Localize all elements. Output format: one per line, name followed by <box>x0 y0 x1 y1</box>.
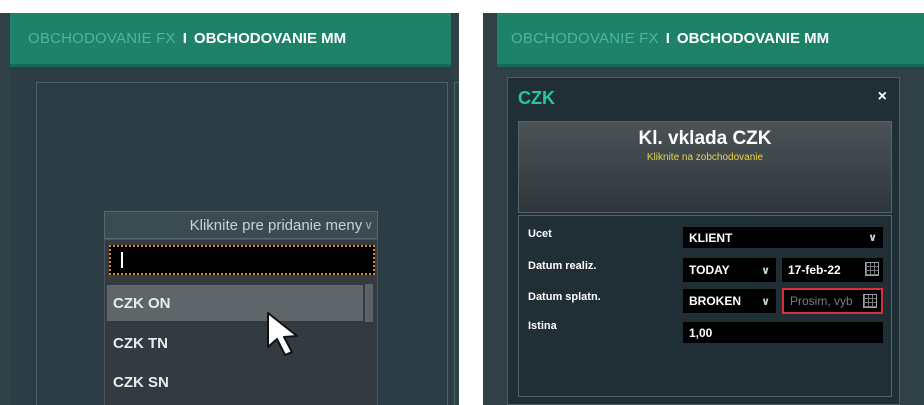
value-date-value: 17-feb-22 <box>788 263 841 277</box>
mouse-pointer-icon <box>267 312 298 356</box>
trade-button[interactable]: Kl. vklada CZK Kliknite na zobchodovanie <box>518 121 892 213</box>
list-item[interactable]: CZK TN <box>107 325 363 361</box>
tab-fx-trading[interactable]: OBCHODOVANIE FX <box>28 30 176 47</box>
value-date-tenor-select[interactable]: TODAY ∨ <box>683 258 776 282</box>
close-icon[interactable]: × <box>878 88 887 106</box>
deal-form: Ucet KLIENT ∨ Datum realiz. TODAY ∨ 17-f… <box>518 215 892 397</box>
list-item-label: CZK TN <box>113 334 168 352</box>
frame-top <box>483 0 924 13</box>
trade-button-title: Kl. vklada CZK <box>638 128 772 149</box>
value-date-field[interactable]: 17-feb-22 <box>782 258 883 282</box>
maturity-date-label: Datum splatn. <box>528 291 601 303</box>
tab-bar: OBCHODOVANIE FX I OBCHODOVANIE MM <box>10 13 451 67</box>
list-item[interactable]: CZK ON <box>107 285 363 321</box>
currency-dropdown-list: CZK ON CZK TN CZK SN <box>104 239 378 405</box>
list-scrollbar[interactable] <box>365 284 373 322</box>
add-currency-label: Kliknite pre pridanie meny <box>189 216 363 234</box>
principal-label: Istina <box>528 320 557 332</box>
deposit-dialog: CZK × Kl. vklada CZK Kliknite na zobchod… <box>507 77 900 405</box>
maturity-tenor: BROKEN <box>689 294 742 308</box>
principal-input[interactable]: 1,00 <box>683 322 883 343</box>
principal-value: 1,00 <box>689 325 713 340</box>
dialog-title: CZK <box>518 88 555 108</box>
tab-bar: OBCHODOVANIE FX I OBCHODOVANIE MM <box>497 13 924 67</box>
list-item-label: CZK SN <box>113 373 169 391</box>
currency-search-input[interactable] <box>109 245 375 275</box>
account-label: Ucet <box>528 228 552 240</box>
calendar-icon[interactable] <box>863 294 877 308</box>
account-select[interactable]: KLIENT ∨ <box>683 227 883 248</box>
chevron-down-icon: ∨ <box>761 295 770 308</box>
tab-separator: I <box>182 30 187 47</box>
calendar-icon[interactable] <box>865 262 879 276</box>
value-date-label: Datum realiz. <box>528 260 597 272</box>
frame-top <box>0 0 459 13</box>
list-item-label: CZK ON <box>113 294 171 312</box>
chevron-down-icon: ∨ <box>761 264 770 277</box>
chevron-down-icon: ∨ <box>868 232 877 244</box>
trade-button-hint: Kliknite na zobchodovanie <box>646 152 764 163</box>
tab-mm-trading[interactable]: OBCHODOVANIE MM <box>677 30 829 47</box>
list-item[interactable]: CZK SN <box>107 364 363 400</box>
value-date-tenor: TODAY <box>689 263 730 277</box>
maturity-date-field[interactable]: Prosim, vyb <box>782 288 883 314</box>
tab-separator: I <box>665 30 670 47</box>
add-currency-dropdown[interactable]: Kliknite pre pridanie meny ∨ <box>104 211 378 239</box>
tab-fx-trading[interactable]: OBCHODOVANIE FX <box>511 30 659 47</box>
chevron-down-icon: ∨ <box>364 218 373 232</box>
text-caret <box>121 252 123 268</box>
maturity-date-placeholder: Prosim, vyb <box>790 294 853 308</box>
empty-tile-edge <box>454 82 459 405</box>
account-value: KLIENT <box>689 230 733 245</box>
right-panel: OBCHODOVANIE FX I OBCHODOVANIE MM CZK × … <box>483 0 924 405</box>
tab-mm-trading[interactable]: OBCHODOVANIE MM <box>194 30 346 47</box>
maturity-tenor-select[interactable]: BROKEN ∨ <box>683 289 776 313</box>
left-panel: OBCHODOVANIE FX I OBCHODOVANIE MM Klikni… <box>0 0 459 405</box>
